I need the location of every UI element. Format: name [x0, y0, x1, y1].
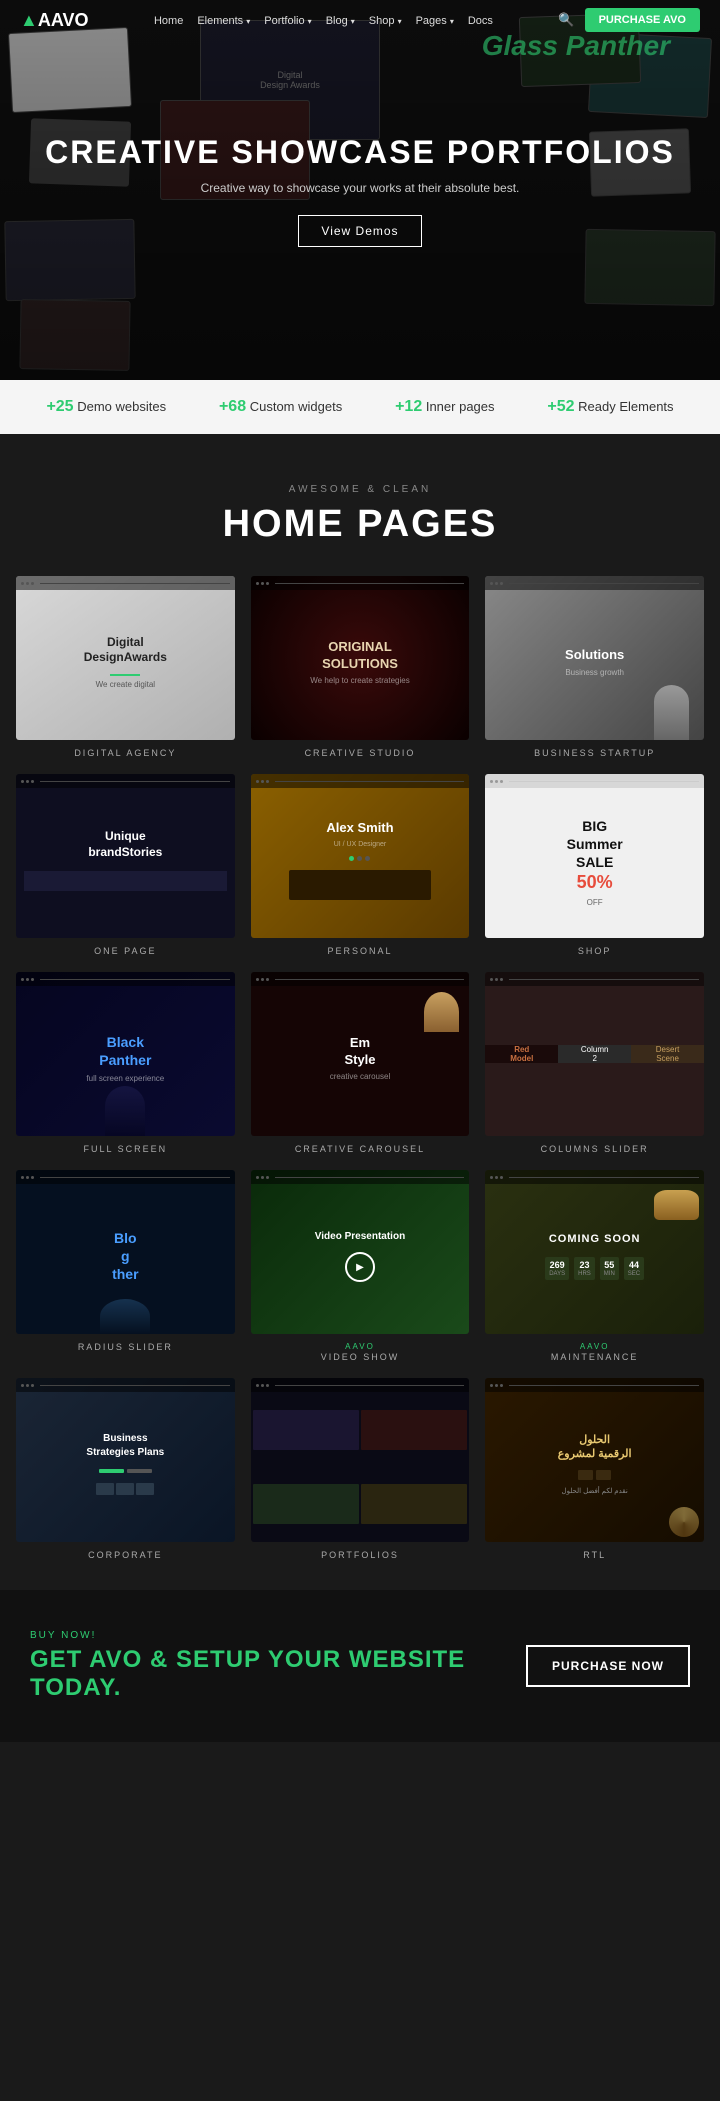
hero-section: DigitalDesign Awards Glass Panther ≡ Men… — [0, 0, 720, 380]
stat-label-3: Inner pages — [426, 399, 495, 414]
stat-label-1: Demo websites — [77, 399, 166, 414]
demo-thumb-business-startup: Solutions Business growth — [485, 576, 704, 740]
footer-cta-text: BUY NOW! GET AVO & SETUP YOUR WEBSITE TO… — [30, 1630, 526, 1702]
demo-grid: DigitalDesignAwards We create digital DI… — [0, 576, 720, 1590]
demo-item-creative-studio[interactable]: ORIGINALSOLUTIONS We help to create stra… — [251, 576, 470, 758]
demo-item-shop[interactable]: BIGSummerSALE50% OFF SHOP — [485, 774, 704, 956]
search-icon[interactable]: 🔍 — [558, 12, 574, 28]
demo-label-video-show: VIDEO SHOW — [321, 1352, 400, 1362]
stat-num-3: +12 — [395, 398, 422, 415]
cta-title-prefix: GET AVO & — [30, 1646, 176, 1673]
nav-pages[interactable]: Pages ▾ — [416, 15, 454, 27]
section-label: AWESOME & CLEAN — [20, 484, 700, 495]
demo-thumb-rtl: الحلولالرقمية لمشروع نقدم لكم أفضل الحلو… — [485, 1378, 704, 1542]
demo-label-creative-studio: CREATIVE STUDIO — [305, 748, 416, 758]
demo-thumb-digital-agency: DigitalDesignAwards We create digital — [16, 576, 235, 740]
demo-item-maintenance[interactable]: COMING SOON 269DAYS 23HRS 55MIN 44SEC AA… — [485, 1170, 704, 1362]
demo-item-creative-carousel[interactable]: EmStyle creative carousel CREATIVE CAROU… — [251, 972, 470, 1154]
demo-sublabel-video: AAVO — [345, 1342, 375, 1351]
stat-num-2: +68 — [219, 398, 246, 415]
demo-label-columns-slider: COLUMNS SLIDER — [541, 1144, 649, 1154]
demo-label-creative-carousel: CREATIVE CAROUSEL — [295, 1144, 425, 1154]
stat-demo-websites: +25 Demo websites — [46, 398, 166, 416]
nav-portfolio[interactable]: Portfolio ▾ — [264, 15, 311, 27]
demo-item-columns-slider[interactable]: RedModel Column2 DesertScene COLUMNS SLI… — [485, 972, 704, 1154]
nav-docs[interactable]: Docs — [468, 15, 493, 27]
demo-thumb-creative-carousel: EmStyle creative carousel — [251, 972, 470, 1136]
demo-label-shop: SHOP — [578, 946, 612, 956]
demo-item-full-screen[interactable]: BlackPanther full screen experience FULL… — [16, 972, 235, 1154]
demo-item-radius-slider[interactable]: Blogther RADIUS SLIDER — [16, 1170, 235, 1362]
stats-bar: +25 Demo websites +68 Custom widgets +12… — [0, 380, 720, 434]
stat-label-2: Custom widgets — [250, 399, 342, 414]
nav-links: Home Elements ▾ Portfolio ▾ Blog ▾ Shop … — [154, 11, 493, 29]
buy-now-label: BUY NOW! — [30, 1630, 526, 1641]
logo-accent: ▲ — [20, 10, 38, 31]
logo-text: AAVO — [38, 10, 89, 31]
demo-thumb-columns-slider: RedModel Column2 DesertScene — [485, 972, 704, 1136]
demo-label-maintenance: MAINTENANCE — [551, 1352, 639, 1362]
demo-label-business-startup: BUSINESS STARTUP — [534, 748, 655, 758]
stat-inner-pages: +12 Inner pages — [395, 398, 494, 416]
demo-item-business-startup[interactable]: Solutions Business growth BUSINESS START… — [485, 576, 704, 758]
stat-ready-elements: +52 Ready Elements — [547, 398, 673, 416]
demo-thumb-one-page: UniquebrandStories — [16, 774, 235, 938]
demo-item-one-page[interactable]: UniquebrandStories ONE PAGE — [16, 774, 235, 956]
demo-item-portfolios[interactable]: PORTFOLIOS — [251, 1378, 470, 1560]
demo-item-digital-agency[interactable]: DigitalDesignAwards We create digital DI… — [16, 576, 235, 758]
nav-right: 🔍 PURCHASE AVO — [558, 8, 700, 32]
hero-content: CREATIVE SHOWCASE PORTFOLIOS Creative wa… — [45, 134, 675, 247]
navbar: ▲ AAVO Home Elements ▾ Portfolio ▾ Blog … — [0, 0, 720, 40]
stat-num-4: +52 — [547, 398, 574, 415]
demo-thumb-full-screen: BlackPanther full screen experience — [16, 972, 235, 1136]
purchase-button[interactable]: PURCHASE AVO — [585, 8, 700, 32]
footer-purchase-button[interactable]: PURCHASE NOW — [526, 1645, 690, 1687]
demo-thumb-corporate: BusinessStrategies Plans — [16, 1378, 235, 1542]
demo-label-rtl: RTL — [583, 1550, 606, 1560]
demo-sublabel-maintenance: AAVO — [580, 1342, 610, 1351]
demo-label-personal: PERSONAL — [327, 946, 392, 956]
home-pages-section: AWESOME & CLEAN HOME PAGES DigitalDesign… — [0, 434, 720, 1590]
site-logo[interactable]: ▲ AAVO — [20, 10, 89, 31]
stat-num-1: +25 — [46, 398, 73, 415]
cta-title: GET AVO & SETUP YOUR WEBSITE TODAY. — [30, 1646, 526, 1702]
stat-custom-widgets: +68 Custom widgets — [219, 398, 342, 416]
demo-label-corporate: CORPORATE — [88, 1550, 162, 1560]
nav-blog[interactable]: Blog ▾ — [326, 15, 355, 27]
nav-elements[interactable]: Elements ▾ — [197, 15, 250, 27]
demo-label-radius-slider: RADIUS SLIDER — [78, 1342, 173, 1352]
demo-thumb-video-show: Video Presentation ▶ — [251, 1170, 470, 1334]
stat-label-4: Ready Elements — [578, 399, 673, 414]
demo-thumb-radius-slider: Blogther — [16, 1170, 235, 1334]
nav-shop[interactable]: Shop ▾ — [369, 15, 402, 27]
demo-label-portfolios: PORTFOLIOS — [321, 1550, 399, 1560]
section-header: AWESOME & CLEAN HOME PAGES — [0, 434, 720, 576]
demo-item-personal[interactable]: Alex Smith UI / UX Designer PERSONAL — [251, 774, 470, 956]
hero-title: CREATIVE SHOWCASE PORTFOLIOS — [45, 134, 675, 171]
demo-thumb-creative-studio: ORIGINALSOLUTIONS We help to create stra… — [251, 576, 470, 740]
demo-item-video-show[interactable]: Video Presentation ▶ AAVO VIDEO SHOW — [251, 1170, 470, 1362]
demo-thumb-shop: BIGSummerSALE50% OFF — [485, 774, 704, 938]
demo-item-corporate[interactable]: BusinessStrategies Plans CO — [16, 1378, 235, 1560]
demo-label-full-screen: FULL SCREEN — [83, 1144, 167, 1154]
demo-thumb-personal: Alex Smith UI / UX Designer — [251, 774, 470, 938]
demo-item-rtl[interactable]: الحلولالرقمية لمشروع نقدم لكم أفضل الحلو… — [485, 1378, 704, 1560]
demo-label-one-page: ONE PAGE — [94, 946, 156, 956]
demo-label-digital-agency: DIGITAL AGENCY — [74, 748, 176, 758]
hero-subtitle: Creative way to showcase your works at t… — [45, 181, 675, 195]
nav-home[interactable]: Home — [154, 15, 183, 27]
section-title: HOME PAGES — [20, 503, 700, 546]
footer-cta: BUY NOW! GET AVO & SETUP YOUR WEBSITE TO… — [0, 1590, 720, 1742]
hero-cta-button[interactable]: View Demos — [298, 215, 421, 247]
demo-thumb-maintenance: COMING SOON 269DAYS 23HRS 55MIN 44SEC — [485, 1170, 704, 1334]
demo-thumb-portfolios — [251, 1378, 470, 1542]
